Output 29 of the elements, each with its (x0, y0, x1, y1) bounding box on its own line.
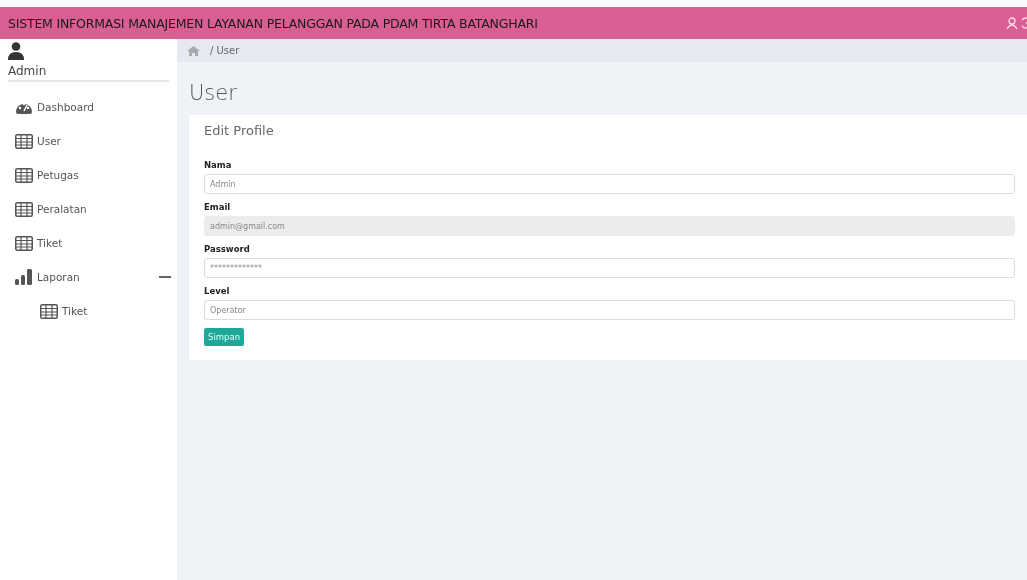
user-name: Admin (8, 64, 48, 78)
sidebar-item[interactable]: Tiket (0, 226, 177, 260)
app-title: SISTEM INFORMASI MANAJEMEN LAYANAN PELANGGAN PADA PDAM TIRTA BATANGHARI (8, 15, 538, 31)
sidebar-item[interactable]: Dashboard (0, 90, 177, 124)
input-field[interactable]: ************* (204, 258, 1015, 278)
sidebar-item[interactable]: Peralatan (0, 192, 177, 226)
table-icon (15, 167, 33, 183)
bar-chart-icon (15, 269, 33, 285)
user-avatar-icon (8, 42, 24, 60)
breadcrumb: / User (210, 45, 240, 56)
table-icon (15, 133, 33, 149)
card-title: Edit Profile (204, 123, 275, 138)
minus-icon[interactable] (159, 273, 171, 281)
home-icon[interactable] (187, 45, 200, 56)
sidebar-item[interactable]: Petugas (0, 158, 177, 192)
input-field[interactable]: Admin (204, 174, 1015, 194)
user-icon[interactable] (1006, 17, 1018, 29)
field-label: Password (204, 244, 251, 254)
sidebar-item[interactable]: Tiket (0, 294, 177, 328)
field-label: Email (204, 202, 232, 212)
sidebar-item[interactable]: Laporan (0, 260, 177, 294)
table-icon (40, 303, 58, 319)
sidebar-item[interactable]: User (0, 124, 177, 158)
field-label: Level (204, 286, 231, 296)
input-field[interactable]: Operator (204, 300, 1015, 320)
page-title: User (189, 81, 238, 105)
table-icon (15, 201, 33, 217)
field-label: Nama (204, 160, 233, 170)
table-icon (15, 235, 33, 251)
